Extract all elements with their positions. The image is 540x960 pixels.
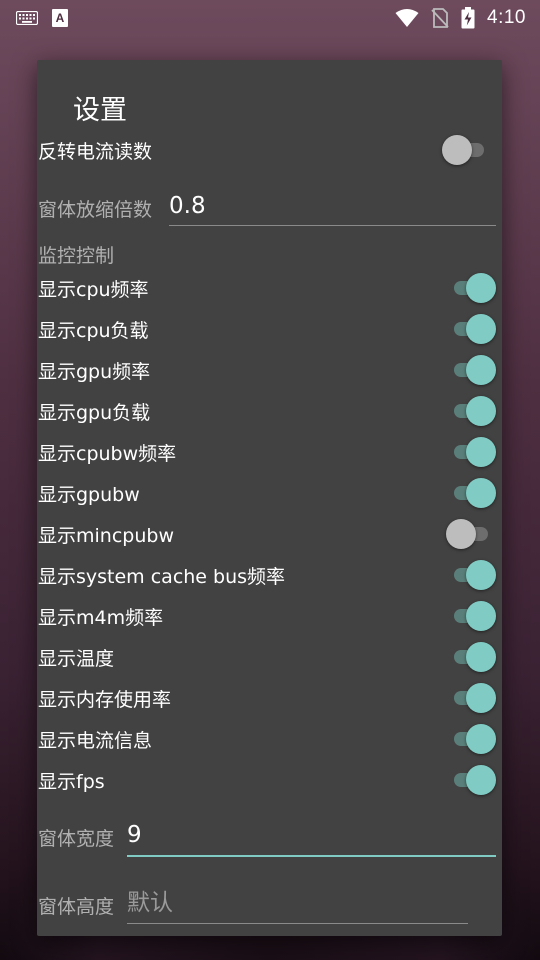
monitor-switch-row[interactable]: 显示cpubw频率	[37, 433, 502, 471]
monitor-section-header: 监控控制	[38, 245, 115, 267]
height-underline	[127, 923, 468, 924]
monitor-toggle-switch[interactable]	[446, 599, 496, 633]
monitor-toggle-switch[interactable]	[446, 640, 496, 674]
monitor-switch-label: 显示fps	[38, 770, 105, 793]
height-label: 窗体高度	[38, 896, 115, 918]
scale-label: 窗体放缩倍数	[38, 199, 153, 221]
width-field-row: 窗体宽度	[37, 812, 502, 860]
monitor-toggle-switch[interactable]	[446, 558, 496, 592]
monitor-switch-label: 显示gpubw	[38, 483, 140, 506]
width-label: 窗体宽度	[38, 828, 115, 850]
monitor-switch-label: 显示温度	[38, 647, 115, 670]
monitor-switch-row[interactable]: 显示gpu频率	[37, 351, 502, 389]
monitor-switch-label: 显示cpubw频率	[38, 442, 177, 465]
monitor-switch-row[interactable]: 显示内存使用率	[37, 679, 502, 717]
clock: 4:10	[487, 7, 526, 28]
monitor-switch-label: 显示gpu频率	[38, 360, 151, 383]
invert-current-switch[interactable]	[442, 133, 492, 167]
monitor-toggle-switch[interactable]	[446, 394, 496, 428]
wifi-icon	[395, 8, 419, 28]
monitor-toggle-switch[interactable]	[446, 271, 496, 305]
monitor-switch-label: 显示电流信息	[38, 729, 153, 752]
monitor-toggle-switch[interactable]	[446, 353, 496, 387]
invert-current-row[interactable]: 反转电流读数	[37, 131, 502, 169]
invert-current-label: 反转电流读数	[38, 140, 153, 163]
font-app-icon: A	[52, 9, 68, 27]
monitor-toggle-switch[interactable]	[446, 681, 496, 715]
monitor-switch-row[interactable]: 显示system cache bus频率	[37, 556, 502, 594]
dialog-title: 设置	[73, 95, 127, 126]
height-field-row: 窗体高度	[37, 880, 502, 928]
monitor-switch-label: 显示cpu频率	[38, 278, 149, 301]
height-input[interactable]	[127, 885, 487, 921]
monitor-switch-row[interactable]: 显示电流信息	[37, 720, 502, 758]
no-sim-icon	[431, 8, 449, 28]
monitor-switch-label: 显示内存使用率	[38, 688, 172, 711]
scale-input[interactable]	[169, 188, 489, 224]
settings-dialog: 设置 反转电流读数 窗体放缩倍数 监控控制 显示cpu频率显示cpu负载显示gp…	[37, 60, 502, 936]
monitor-toggle-switch[interactable]	[446, 476, 496, 510]
monitor-toggle-switch[interactable]	[446, 435, 496, 469]
monitor-toggle-switch[interactable]	[446, 517, 496, 551]
monitor-switch-row[interactable]: 显示fps	[37, 761, 502, 799]
battery-charging-icon	[461, 7, 475, 29]
monitor-toggle-switch[interactable]	[446, 763, 496, 797]
svg-text:A: A	[56, 11, 65, 25]
monitor-switch-label: 显示system cache bus频率	[38, 565, 286, 588]
monitor-toggle-switch[interactable]	[446, 722, 496, 756]
scale-field-row: 窗体放缩倍数	[37, 184, 502, 230]
monitor-switch-label: 显示cpu负载	[38, 319, 149, 342]
scale-underline	[169, 225, 496, 226]
monitor-switch-row[interactable]: 显示cpu负载	[37, 310, 502, 348]
monitor-switch-row[interactable]: 显示gpubw	[37, 474, 502, 512]
width-input[interactable]	[127, 817, 487, 853]
keyboard-icon	[16, 11, 38, 25]
monitor-switch-row[interactable]: 显示cpu频率	[37, 269, 502, 307]
width-underline	[127, 855, 496, 857]
monitor-switch-row[interactable]: 显示mincpubw	[37, 515, 502, 553]
monitor-switch-row[interactable]: 显示温度	[37, 638, 502, 676]
monitor-switch-label: 显示mincpubw	[38, 524, 174, 547]
monitor-switch-row[interactable]: 显示m4m频率	[37, 597, 502, 635]
monitor-switch-row[interactable]: 显示gpu负载	[37, 392, 502, 430]
status-bar: A 4:10	[0, 0, 540, 36]
monitor-switch-label: 显示gpu负载	[38, 401, 151, 424]
monitor-toggle-switch[interactable]	[446, 312, 496, 346]
monitor-switch-label: 显示m4m频率	[38, 606, 164, 629]
